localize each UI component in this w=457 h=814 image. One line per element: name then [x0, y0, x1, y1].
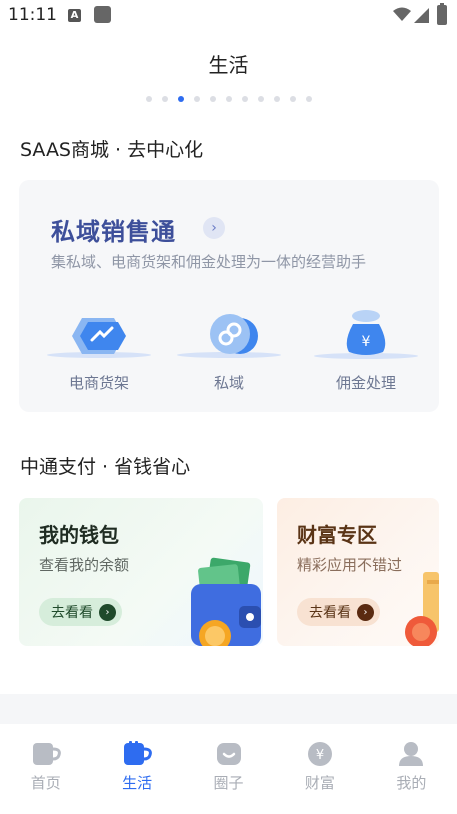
wealth-go-button[interactable]: 去看看 › [297, 598, 380, 626]
feature-ecommerce-shelf[interactable]: 电商货架 [39, 308, 159, 393]
wealth-zone-card[interactable]: 财富专区 精彩应用不错过 去看看 › [277, 498, 439, 646]
carousel-dot-active[interactable] [177, 96, 184, 102]
cellular-signal-icon [414, 8, 429, 23]
tab-wealth[interactable]: ¥ 财富 [274, 724, 365, 814]
wealth-title: 财富专区 [297, 523, 377, 547]
life-cup-icon [124, 741, 152, 765]
wifi-icon [393, 7, 411, 21]
carousel-dot[interactable] [289, 96, 296, 102]
home-cup-icon [32, 743, 61, 765]
my-wallet-card[interactable]: 我的钱包 查看我的余额 去看看 › [19, 498, 263, 646]
carousel-dot[interactable] [225, 96, 232, 102]
tab-circle[interactable]: 圈子 [183, 724, 274, 814]
promo-title: 私域销售通 [51, 218, 176, 246]
svg-text:¥: ¥ [316, 748, 324, 763]
carousel-dot[interactable] [145, 96, 152, 102]
status-bar: 11:11 A [0, 0, 457, 32]
user-icon [399, 742, 424, 766]
section-title-payment: 中通支付 · 省钱省心 [20, 456, 191, 478]
carousel-dot[interactable] [161, 96, 168, 102]
wallet-go-label: 去看看 [51, 605, 93, 621]
chevron-right-icon[interactable]: › [203, 217, 225, 239]
tab-mine[interactable]: 我的 [366, 724, 457, 814]
tab-label: 首页 [30, 774, 61, 792]
keyboard-a-icon: A [68, 9, 81, 22]
storefront-hexagon-icon [47, 318, 151, 358]
wealth-illustration-icon [405, 572, 439, 646]
wallet-subtitle: 查看我的余额 [39, 556, 130, 574]
link-chain-icon [177, 314, 281, 358]
wallet-illustration-icon [191, 557, 261, 646]
carousel-dot[interactable] [273, 96, 280, 102]
carousel-dot[interactable] [193, 96, 200, 102]
carousel-dot[interactable] [305, 96, 312, 102]
yuan-coin-icon: ¥ [307, 742, 332, 766]
feature-commission[interactable]: ¥ 佣金处理 [306, 308, 426, 393]
tab-life[interactable]: 生活 [91, 724, 182, 814]
feature-private-domain[interactable]: 私域 [169, 308, 289, 393]
feature-label: 佣金处理 [335, 374, 396, 392]
tab-label: 财富 [304, 774, 335, 792]
arrow-right-icon: › [357, 603, 374, 621]
wallet-title: 我的钱包 [39, 523, 119, 547]
feature-label: 电商货架 [68, 374, 129, 392]
battery-icon [437, 3, 447, 25]
section-title-saas: SAAS商城 · 去中心化 [20, 139, 204, 161]
svg-text:¥: ¥ [362, 334, 371, 350]
arrow-right-icon: › [99, 603, 116, 621]
wealth-subtitle: 精彩应用不错过 [297, 556, 403, 574]
content-divider [0, 694, 457, 724]
carousel-dot[interactable] [241, 96, 248, 102]
promo-subtitle: 集私域、电商货架和佣金处理为一体的经营助手 [51, 253, 367, 271]
wealth-go-label: 去看看 [309, 605, 351, 621]
wallet-go-button[interactable]: 去看看 › [39, 598, 122, 626]
carousel-dot[interactable] [209, 96, 216, 102]
tab-label: 生活 [122, 774, 153, 792]
circle-chat-icon [216, 743, 241, 765]
tab-label: 圈子 [213, 774, 244, 792]
feature-label: 私域 [213, 374, 244, 392]
tab-label: 我的 [396, 774, 427, 792]
status-time: 11:11 [8, 5, 57, 25]
bottom-tab-bar: 首页 生活 圈子 ¥ 财富 我的 [0, 724, 457, 814]
page-title: 生活 [208, 53, 249, 77]
private-sales-card[interactable]: 私域销售通 › 集私域、电商货架和佣金处理为一体的经营助手 电商货架 私域 ¥ … [19, 180, 439, 412]
carousel-dot[interactable] [257, 96, 264, 102]
money-bag-icon: ¥ [314, 310, 418, 359]
notification-square-icon [94, 6, 111, 23]
carousel-indicator [0, 96, 457, 102]
tab-home[interactable]: 首页 [0, 724, 91, 814]
